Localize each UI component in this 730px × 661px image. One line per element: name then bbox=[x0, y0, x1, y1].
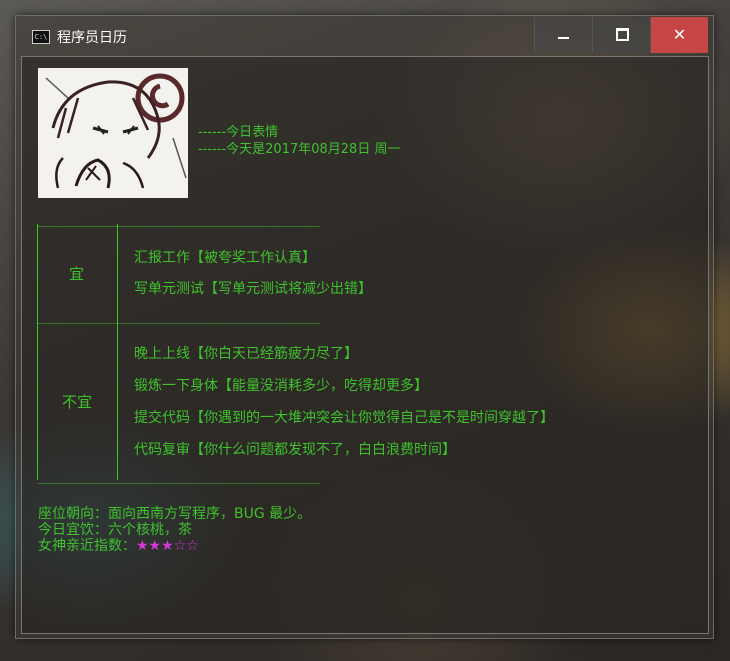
console-app-icon: C:\ bbox=[32, 30, 50, 44]
close-button[interactable]: ✕ bbox=[650, 17, 708, 53]
unsuitable-label: 不宜 bbox=[62, 393, 93, 411]
mood-avatar-image bbox=[38, 68, 188, 198]
suitable-label: 宜 bbox=[69, 265, 85, 283]
unsuitable-item: 代码复审【你什么问题都发现不了，白白浪费时间】 bbox=[134, 442, 456, 458]
title-bar[interactable]: C:\ 程序员日历 ✕ bbox=[16, 16, 713, 53]
divider-top: _______________________________________ bbox=[38, 213, 320, 227]
goddess-index-label: 女神亲近指数： bbox=[38, 538, 136, 554]
unsuitable-item: 锻炼一下身体【能量没消耗多少，吃得却更多】 bbox=[134, 378, 428, 394]
unsuitable-item: 提交代码【你遇到的一大堆冲突会让你觉得自己是不是时间穿越了】 bbox=[134, 410, 554, 426]
table-border-left bbox=[37, 224, 38, 480]
goddess-index: 女神亲近指数：★★★☆☆ bbox=[38, 535, 199, 555]
date-label: ------今天是2017年08月28日 周一 bbox=[198, 142, 401, 157]
maximize-icon bbox=[616, 28, 629, 41]
app-window: C:\ 程序员日历 ✕ ------今日表情 ------今天是2017年08月… bbox=[15, 15, 714, 639]
close-icon: ✕ bbox=[672, 25, 687, 44]
unsuitable-item: 晚上上线【你白天已经筋疲力尽了】 bbox=[134, 346, 358, 362]
table-border-inner bbox=[117, 224, 118, 480]
minimize-icon bbox=[558, 37, 569, 39]
minimize-button[interactable] bbox=[534, 17, 592, 53]
console-area: ------今日表情 ------今天是2017年08月28日 周一 _____… bbox=[21, 56, 709, 634]
window-title: 程序员日历 bbox=[57, 30, 127, 46]
suitable-item: 汇报工作【被夸奖工作认真】 bbox=[134, 250, 316, 266]
maximize-button[interactable] bbox=[592, 17, 650, 53]
suitable-item: 写单元测试【写单元测试将减少出错】 bbox=[134, 281, 372, 297]
star-rating-icon: ★★★☆☆ bbox=[136, 538, 199, 554]
divider-middle: _______________________________________ bbox=[38, 310, 320, 324]
divider-bottom: _______________________________________ bbox=[38, 470, 320, 484]
